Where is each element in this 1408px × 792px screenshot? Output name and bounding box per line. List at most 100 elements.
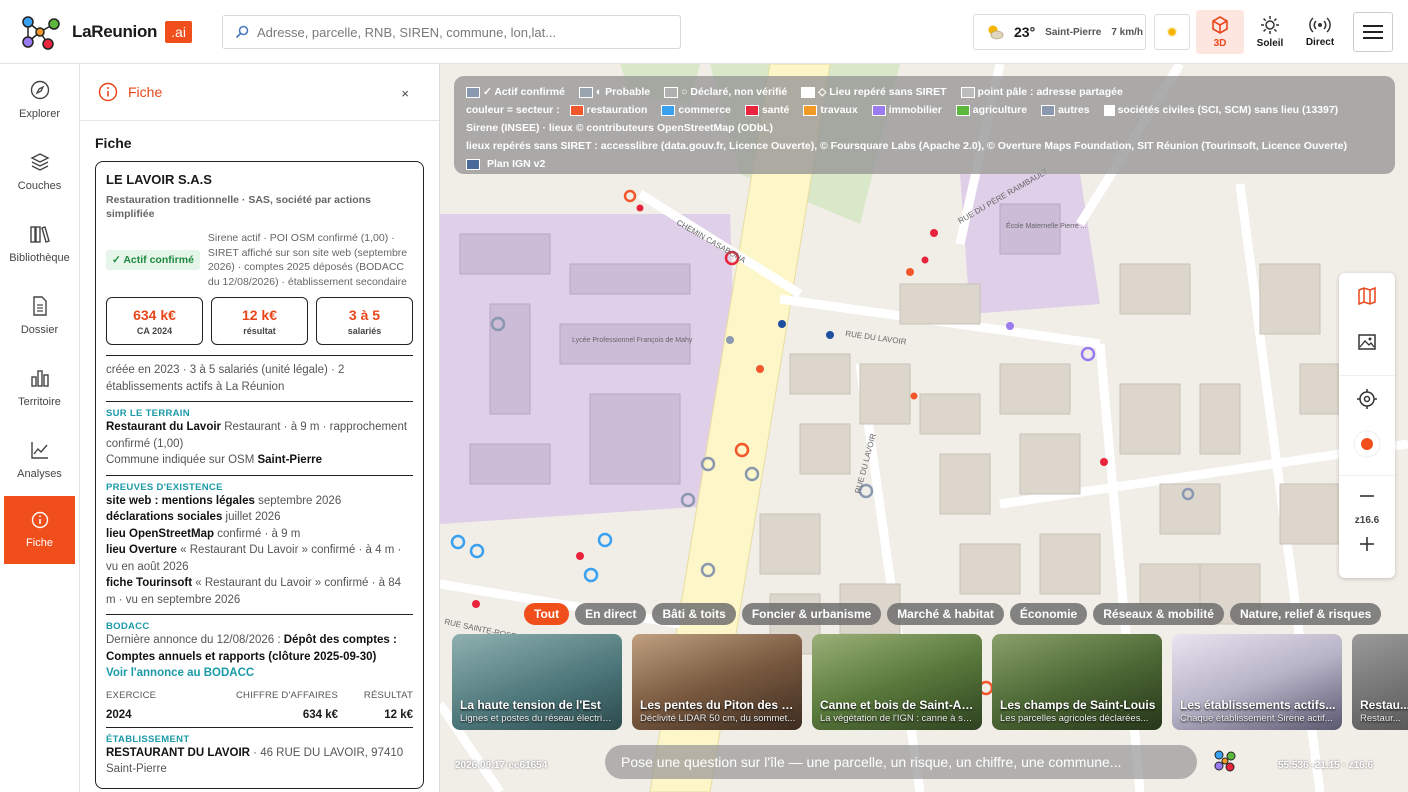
info-icon bbox=[31, 511, 48, 529]
legend-item[interactable]: ○ Déclaré, non vérifié bbox=[664, 86, 787, 98]
story-title: Les établissements actifs... bbox=[1180, 698, 1336, 712]
story-card[interactable]: Les établissements actifs... Chaque étab… bbox=[1172, 634, 1342, 730]
direct-button[interactable]: Direct bbox=[1296, 10, 1344, 54]
zoom-in-button[interactable] bbox=[1339, 526, 1395, 562]
poi-dot[interactable] bbox=[1100, 458, 1108, 466]
ask-input[interactable]: Pose une question sur l'île — une parcel… bbox=[605, 745, 1197, 779]
nav-territoire[interactable]: Territoire bbox=[0, 352, 79, 424]
zoom-out-button[interactable] bbox=[1339, 475, 1395, 515]
legend-swatch bbox=[1041, 104, 1056, 116]
poi-dot[interactable] bbox=[1006, 322, 1014, 330]
aerial-image-button[interactable] bbox=[1339, 319, 1395, 365]
story-card[interactable]: Les champs de Saint-Louis Les parcelles … bbox=[992, 634, 1162, 730]
close-icon[interactable]: × bbox=[401, 86, 409, 101]
sun-outline-icon bbox=[1261, 16, 1279, 34]
poi-marker[interactable] bbox=[583, 567, 599, 583]
search-box[interactable] bbox=[222, 15, 681, 49]
logo[interactable]: LaReunion .ai bbox=[18, 12, 192, 52]
legend-item[interactable]: ◇ Lieu repéré sans SIRET bbox=[801, 86, 947, 98]
story-card[interactable]: Restau... Restaur... bbox=[1352, 634, 1408, 730]
etab-title: ÉTABLISSEMENT bbox=[106, 733, 190, 745]
nav-explorer-label: Explorer bbox=[19, 108, 60, 120]
legend-swatch bbox=[466, 86, 480, 98]
legend-item[interactable]: agriculture bbox=[955, 104, 1027, 116]
legend-item[interactable]: immobilier bbox=[871, 104, 942, 116]
chip-en-direct[interactable]: En direct bbox=[575, 603, 647, 625]
search-input[interactable] bbox=[257, 24, 657, 40]
legend-item[interactable]: ◐ Probable bbox=[578, 86, 650, 98]
nav-dossier[interactable]: Dossier bbox=[0, 280, 79, 352]
legend-source-1: Sirene (INSEE) · lieux © contributeurs O… bbox=[466, 122, 774, 134]
map-style-button[interactable] bbox=[1339, 273, 1395, 319]
poi-dot[interactable] bbox=[726, 336, 734, 344]
kpi-row: 634 k€ CA 2024 12 k€ résultat 3 à 5 sala… bbox=[106, 297, 413, 345]
poi-dot[interactable] bbox=[921, 256, 929, 264]
legend-label: point pâle : adresse partagée bbox=[977, 86, 1123, 98]
poi-dot[interactable] bbox=[910, 392, 918, 400]
locate-button[interactable] bbox=[1339, 375, 1395, 421]
legend-item[interactable]: autres bbox=[1041, 104, 1090, 116]
sun-icon: ✹ bbox=[1166, 23, 1178, 40]
search-icon bbox=[235, 25, 249, 39]
poi-marker[interactable] bbox=[450, 534, 466, 550]
poi-dot[interactable] bbox=[756, 365, 764, 373]
story-card[interactable]: La haute tension de l'Est Lignes et post… bbox=[452, 634, 622, 730]
sun-toggle-button[interactable]: ✹ bbox=[1154, 14, 1190, 50]
preuve-key: fiche Tourinsoft bbox=[106, 577, 193, 589]
legend-item[interactable]: santé bbox=[744, 104, 789, 116]
story-title: Les pentes du Piton des Neiges bbox=[640, 698, 796, 712]
company-summary: créée en 2023 · 3 à 5 salariés (unité lé… bbox=[106, 364, 345, 393]
poi-dot[interactable] bbox=[930, 229, 938, 237]
poi-dot[interactable] bbox=[826, 331, 834, 339]
legend-sector-label: couleur = secteur : bbox=[466, 104, 560, 116]
menu-button[interactable] bbox=[1353, 12, 1393, 52]
record-button[interactable] bbox=[1339, 421, 1395, 467]
poi-dot[interactable] bbox=[472, 600, 480, 608]
chip-nature[interactable]: Nature, relief & risques bbox=[1229, 603, 1382, 625]
preuve-value: confirmé · à 9 m bbox=[214, 527, 301, 540]
assistant-logo-icon[interactable] bbox=[1212, 748, 1238, 774]
legend-item[interactable]: ✓ Actif confirmé bbox=[466, 86, 565, 98]
divider bbox=[106, 355, 413, 356]
nav-analyses-label: Analyses bbox=[17, 468, 62, 480]
nav-explorer[interactable]: Explorer bbox=[0, 64, 79, 136]
poi-marker[interactable] bbox=[469, 543, 485, 559]
poi-marker[interactable] bbox=[597, 532, 613, 548]
bodacc-link[interactable]: Voir l'annonce au BODACC bbox=[106, 665, 413, 682]
story-cards: La haute tension de l'Est Lignes et post… bbox=[452, 634, 1408, 730]
story-card[interactable]: Les pentes du Piton des Neiges Déclivité… bbox=[632, 634, 802, 730]
etab-name: RESTAURANT DU LAVOIR bbox=[106, 746, 250, 759]
poi-dot[interactable] bbox=[906, 268, 914, 276]
chip-tout[interactable]: Tout bbox=[524, 603, 570, 625]
3d-button[interactable]: 3D bbox=[1196, 10, 1244, 54]
record-dot-icon bbox=[1353, 430, 1381, 458]
legend-item[interactable]: restauration bbox=[569, 104, 647, 116]
chip-foncier[interactable]: Foncier & urbanisme bbox=[741, 603, 882, 625]
terrain-detail: Restaurant du Lavoir Restaurant · à 9 m … bbox=[106, 419, 413, 452]
chip-bati[interactable]: Bâti & toits bbox=[652, 603, 736, 625]
poi-dot[interactable] bbox=[576, 552, 584, 560]
soleil-button[interactable]: Soleil bbox=[1246, 10, 1294, 54]
legend-item[interactable]: sociétés civiles (SCI, SCM) sans lieu (1… bbox=[1103, 104, 1338, 116]
legend-basemap[interactable]: Plan IGN v2 bbox=[466, 155, 1383, 173]
legend-item[interactable]: commerce bbox=[661, 104, 731, 116]
nav-fiche[interactable]: Fiche bbox=[4, 496, 75, 564]
nav-analyses[interactable]: Analyses bbox=[0, 424, 79, 496]
poi-dot[interactable] bbox=[778, 320, 786, 328]
legend-label: autres bbox=[1058, 104, 1090, 116]
nav-bibliotheque[interactable]: Bibliothèque bbox=[0, 208, 79, 280]
poi-dot[interactable] bbox=[636, 204, 644, 212]
weather-widget[interactable]: 23° Saint-Pierre 7 km/h bbox=[973, 14, 1146, 50]
legend-label: ◇ Lieu repéré sans SIRET bbox=[818, 86, 947, 98]
poi-marker[interactable] bbox=[1080, 346, 1096, 362]
story-card[interactable]: Canne et bois de Saint-André La végétati… bbox=[812, 634, 982, 730]
chip-economie[interactable]: Économie bbox=[1009, 603, 1088, 625]
legend-item[interactable]: travaux bbox=[803, 104, 858, 116]
chip-marche[interactable]: Marché & habitat bbox=[887, 603, 1004, 625]
nav-couches[interactable]: Couches bbox=[0, 136, 79, 208]
terrain-commune: Commune indiquée sur OSM Saint-Pierre bbox=[106, 452, 413, 469]
legend-label: travaux bbox=[820, 104, 858, 116]
legend-item[interactable]: point pâle : adresse partagée bbox=[960, 86, 1123, 98]
poi-marker[interactable] bbox=[623, 189, 637, 203]
chip-reseaux[interactable]: Réseaux & mobilité bbox=[1093, 603, 1224, 625]
